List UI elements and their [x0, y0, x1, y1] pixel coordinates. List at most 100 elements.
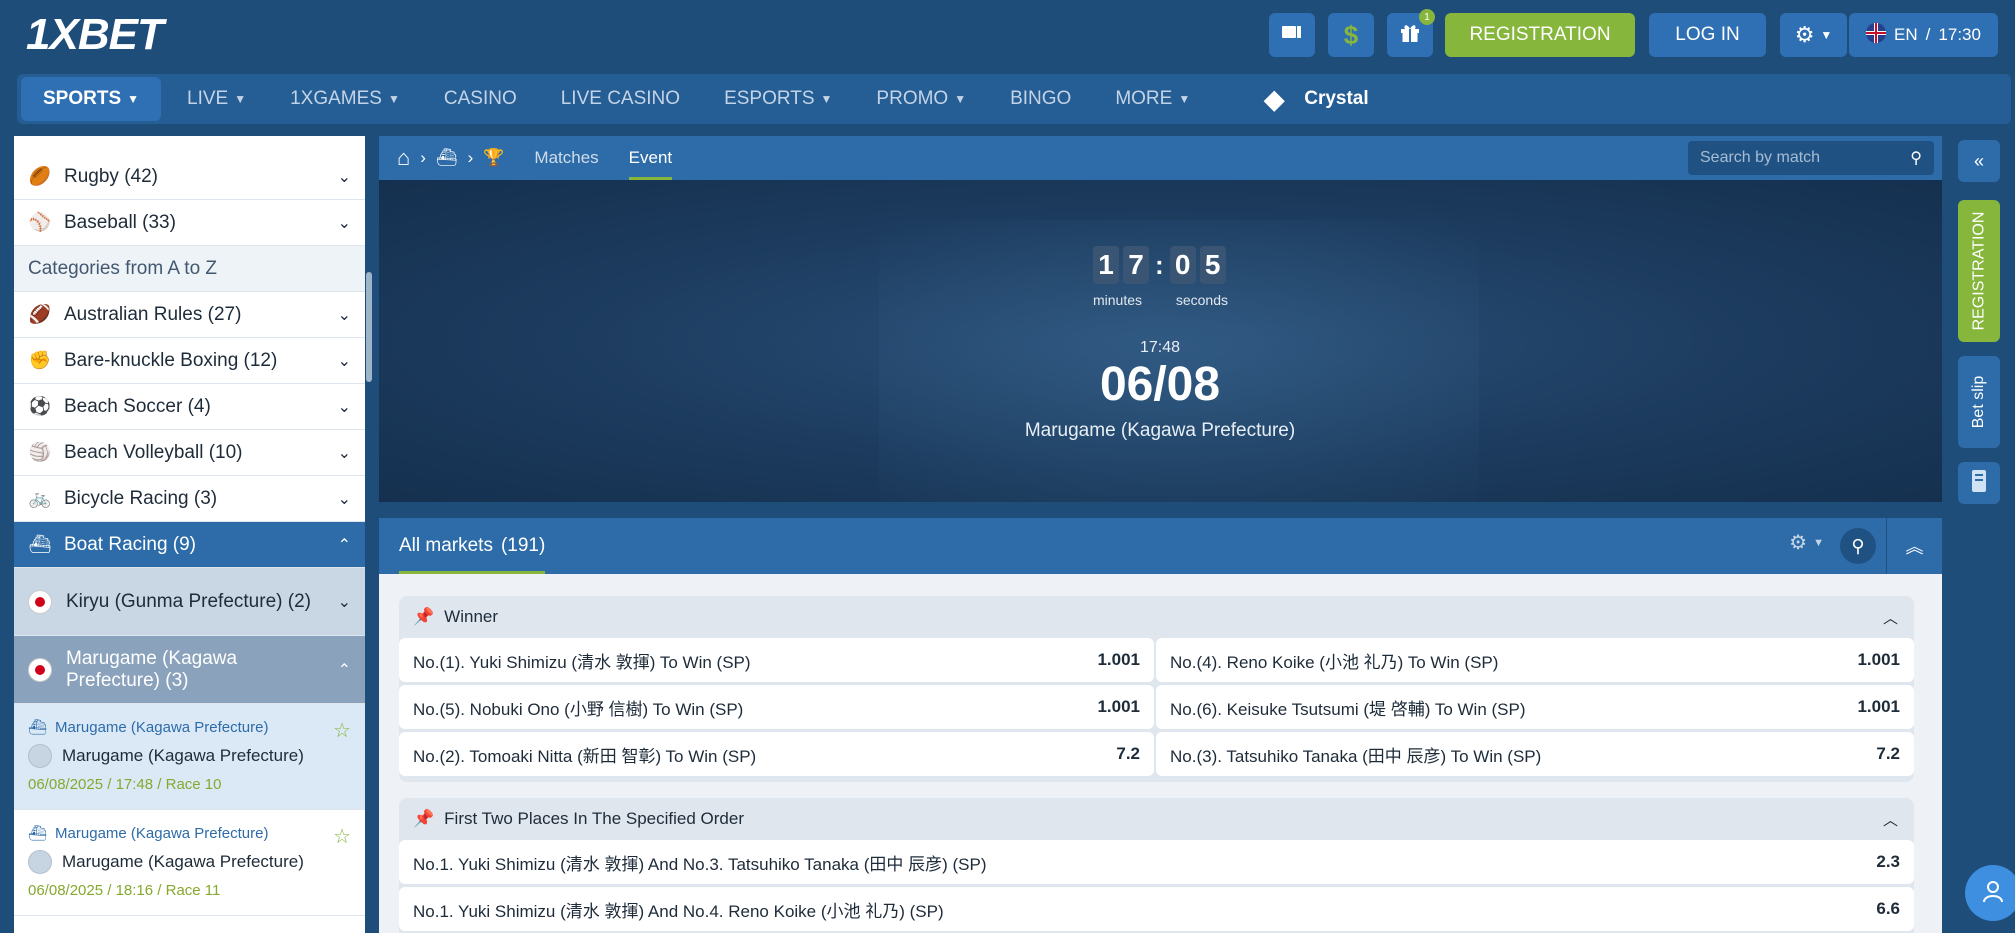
video-button[interactable] — [1269, 13, 1315, 57]
chevron-down-icon: ⌄ — [337, 214, 351, 232]
nav-live[interactable]: LIVE ▼ — [165, 74, 268, 124]
odds-cell[interactable]: No.1. Yuki Shimizu (清水 敦揮) And No.3. Tat… — [399, 840, 1914, 884]
avatar — [28, 850, 52, 874]
market-group-header[interactable]: 📌 First Two Places In The Specified Orde… — [399, 798, 1914, 840]
boat-icon: ⛴ — [28, 825, 48, 842]
boat-icon: ⛴ — [28, 719, 48, 736]
boat-icon: ⛴ — [28, 534, 52, 554]
baseball-icon: ⚾ — [28, 212, 52, 232]
double-chevron-up-icon: ︽ — [1905, 537, 1924, 557]
tab-matches[interactable]: Matches — [534, 136, 598, 180]
sports-sidebar: 🏉 Rugby (42) ⌄ ⚾ Baseball (33) ⌄ Categor… — [14, 136, 365, 933]
nav-1xgames[interactable]: 1XGAMES ▼ — [268, 74, 422, 124]
race-item[interactable]: ⛴ Marugame (Kagawa Prefecture) Marugame (… — [14, 810, 365, 916]
avatar — [28, 744, 52, 768]
odds-cell[interactable]: No.(5). Nobuki Ono (小野 信樹) To Win (SP) 1.… — [399, 685, 1154, 729]
sidebar-item-marugame[interactable]: Marugame (Kagawa Prefecture) (3) ⌃ — [14, 636, 365, 704]
gift-button[interactable]: 1 — [1387, 9, 1435, 57]
chevron-down-icon: ⌄ — [337, 444, 351, 462]
nav-esports[interactable]: ESPORTS ▼ — [702, 74, 854, 124]
clock-time: 17:30 — [1938, 25, 1981, 44]
settings-button[interactable]: ⚙ ▼ — [1780, 13, 1847, 57]
chevron-right-icon: › — [420, 148, 426, 167]
chevron-down-icon: ⌄ — [337, 306, 351, 324]
markets-search-button[interactable]: ⚲ — [1840, 528, 1876, 564]
chevron-down-icon: ▼ — [1820, 28, 1833, 42]
chevron-down-icon: ▼ — [127, 92, 140, 106]
trophy-icon[interactable]: 🏆 — [483, 148, 504, 168]
markets-area: 📌 Winner ︿ No.(1). Yuki Shimizu (清水 敦揮) … — [379, 574, 1942, 933]
sidebar-item-rugby[interactable]: 🏉 Rugby (42) ⌄ — [14, 154, 365, 200]
chevron-up-icon: ︿ — [1882, 812, 1898, 829]
odds-cell[interactable]: No.(6). Keisuke Tsutsumi (堤 啓輔) To Win (… — [1156, 685, 1914, 729]
sidebar-item-beach-soccer[interactable]: ⚽ Beach Soccer (4) ⌄ — [14, 384, 365, 430]
sidebar-item-australian-rules[interactable]: 🏈 Australian Rules (27) ⌄ — [14, 292, 365, 338]
odds-cell[interactable]: No.(3). Tatsuhiko Tanaka (田中 辰彦) To Win … — [1156, 732, 1914, 776]
chevron-down-icon: ▼ — [820, 92, 833, 106]
odds-cell[interactable]: No.(1). Yuki Shimizu (清水 敦揮) To Win (SP)… — [399, 638, 1154, 682]
odds-cell[interactable]: No.(4). Reno Koike (小池 礼乃) To Win (SP) 1.… — [1156, 638, 1914, 682]
event-time: 17:48 — [1139, 339, 1181, 356]
dollar-icon: $ — [1343, 19, 1359, 50]
bet-slip-button[interactable]: Bet slip — [1958, 356, 2000, 448]
chevron-down-icon: ⌄ — [337, 490, 351, 508]
search-match-input[interactable]: Search by match ⚲ — [1688, 141, 1934, 175]
sidebar-item-bare-knuckle-boxing[interactable]: ✊ Bare-knuckle Boxing (12) ⌄ — [14, 338, 365, 384]
ticket-button[interactable] — [1958, 462, 2000, 504]
sidebar-item-boat-racing[interactable]: ⛴ Boat Racing (9) ⌃ — [14, 522, 365, 568]
boat-icon[interactable]: ⛴ — [436, 148, 458, 168]
chevron-down-icon: ⌄ — [337, 352, 351, 370]
home-icon[interactable]: ⌂ — [397, 145, 410, 171]
user-icon — [1980, 878, 2006, 909]
nav-sports[interactable]: SPORTS ▼ — [21, 77, 162, 121]
rugby-ball-icon: 🏉 — [28, 166, 52, 186]
sidebar-item-bicycle-racing[interactable]: 🚲 Bicycle Racing (3) ⌄ — [14, 476, 365, 522]
separator: / — [1925, 25, 1931, 44]
chevron-down-icon: ⌄ — [337, 168, 351, 186]
rail-collapse-button[interactable]: « — [1958, 140, 2000, 182]
favorite-star-icon[interactable]: ☆ — [333, 718, 351, 743]
timer-digit: 0 — [1169, 246, 1196, 284]
rail-registration-button[interactable]: REGISTRATION — [1958, 200, 2000, 342]
nav-casino[interactable]: CASINO — [422, 74, 539, 124]
support-chat-button[interactable] — [1965, 865, 2015, 921]
timer-labels: minutes seconds — [1093, 292, 1228, 308]
timer-digit: 1 — [1093, 246, 1119, 284]
timer-digit: 5 — [1199, 246, 1226, 284]
video-icon — [1281, 23, 1303, 47]
collapse-all-button[interactable]: ︽ — [1886, 518, 1942, 574]
odds-cell[interactable]: No.1. Yuki Shimizu (清水 敦揮) And No.4. Ren… — [399, 887, 1914, 931]
registration-button[interactable]: REGISTRATION — [1445, 13, 1635, 57]
favorite-star-icon[interactable]: ☆ — [333, 824, 351, 849]
football-icon: 🏈 — [28, 304, 52, 324]
sidebar-item-kiryu[interactable]: Kiryu (Gunma Prefecture) (2) ⌄ — [14, 568, 365, 636]
language-time-button[interactable]: EN / 17:30 — [1849, 13, 1998, 57]
login-button[interactable]: LOG IN — [1649, 13, 1766, 57]
gear-icon: ⚙ — [1789, 532, 1808, 554]
market-group-header[interactable]: 📌 Winner ︿ — [399, 596, 1914, 638]
chevron-down-icon: ▼ — [387, 92, 400, 106]
markets-settings-button[interactable]: ⚙ ▼ — [1789, 530, 1824, 555]
sidebar-scrollbar[interactable] — [366, 272, 372, 382]
nav-live-casino[interactable]: LIVE CASINO — [539, 74, 702, 124]
nav-promo[interactable]: PROMO ▼ — [854, 74, 988, 124]
nav-crystal[interactable]: ◆ Crystal — [1242, 74, 1390, 124]
deposit-button[interactable]: $ — [1328, 13, 1374, 57]
race-item[interactable]: ⛴ Marugame (Kagawa Prefecture) Marugame (… — [14, 704, 365, 810]
japan-flag-icon — [28, 589, 52, 614]
boxing-icon: ✊ — [28, 350, 52, 370]
site-logo[interactable]: 1XBET — [26, 10, 164, 60]
chevron-down-icon: ▼ — [1813, 536, 1824, 549]
nav-more[interactable]: MORE ▼ — [1093, 74, 1212, 124]
sidebar-item-baseball[interactable]: ⚾ Baseball (33) ⌄ — [14, 200, 365, 246]
tab-all-markets[interactable]: All markets (191) — [399, 518, 546, 574]
language-label: EN — [1894, 25, 1918, 44]
chevron-up-icon: ⌃ — [337, 536, 351, 554]
tab-event[interactable]: Event — [628, 136, 673, 180]
nav-bingo[interactable]: BINGO — [988, 74, 1093, 124]
sidebar-item-beach-volleyball[interactable]: 🏐 Beach Volleyball (10) ⌄ — [14, 430, 365, 476]
main-nav: SPORTS ▼ LIVE ▼ 1XGAMES ▼ CASINO LIVE CASIN… — [17, 74, 2011, 124]
odds-cell[interactable]: No.(2). Tomoaki Nitta (新田 智彰) To Win (SP… — [399, 732, 1154, 776]
chevron-down-icon: ▼ — [1178, 92, 1191, 106]
timer-colon: : — [1155, 249, 1164, 280]
